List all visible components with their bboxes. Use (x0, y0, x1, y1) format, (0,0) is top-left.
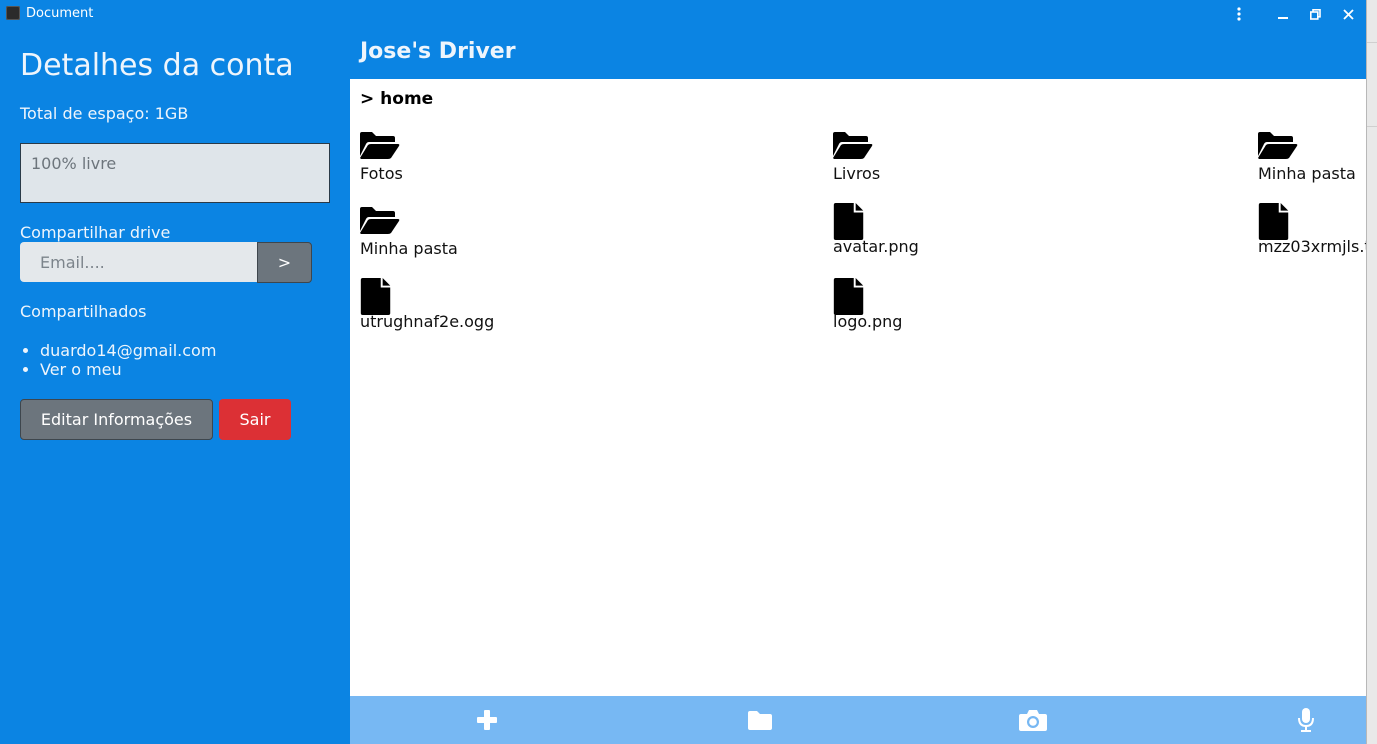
camera-icon (1019, 710, 1047, 731)
background-window-strip (1366, 0, 1377, 744)
drive-header: Jose's Driver (350, 28, 1366, 79)
item-label: Livros (833, 164, 881, 183)
folder-item[interactable]: Minha pasta (1258, 130, 1356, 183)
folder-open-icon (833, 132, 873, 159)
app-icon (6, 6, 20, 20)
account-sidebar: Detalhes da conta Total de espaço: 1GB 1… (0, 28, 350, 744)
shared-list: duardo14@gmail.com Ver o meu (20, 341, 216, 379)
breadcrumb[interactable]: > home (360, 89, 433, 109)
storage-status-text: 100% livre (31, 154, 117, 173)
minimize-icon[interactable] (1272, 4, 1294, 24)
add-button[interactable] (457, 696, 517, 744)
file-item[interactable]: avatar.png (833, 203, 919, 256)
folder-item[interactable]: Fotos (360, 130, 403, 183)
edit-info-button[interactable]: Editar Informações (20, 399, 213, 440)
window-title: Document (26, 6, 94, 21)
title-bar: Document (0, 0, 1366, 28)
file-item[interactable]: logo.png (833, 278, 902, 331)
bottom-action-bar (350, 696, 1366, 744)
folder-open-icon (360, 132, 400, 159)
plus-icon (477, 710, 497, 730)
folder-open-icon (360, 207, 400, 234)
total-space-text: Total de espaço: 1GB (20, 104, 189, 123)
item-label: Minha pasta (360, 239, 458, 258)
close-icon[interactable] (1337, 4, 1359, 24)
item-label: mzz03xrmjls.t (1258, 237, 1366, 256)
folder-open-icon (1258, 132, 1298, 159)
file-icon (833, 203, 864, 240)
file-icon (360, 278, 391, 315)
drive-title: Jose's Driver (360, 39, 516, 64)
item-label: utrughnaf2e.ogg (360, 312, 495, 331)
camera-button[interactable] (1003, 696, 1063, 744)
item-label: Minha pasta (1258, 164, 1356, 183)
shared-label: Compartilhados (20, 302, 147, 321)
file-icon (833, 278, 864, 315)
share-drive-label: Compartilhar drive (20, 223, 171, 242)
storage-status-box: 100% livre (20, 143, 330, 203)
shared-item[interactable]: duardo14@gmail.com (40, 341, 216, 360)
shared-item-view-mine[interactable]: Ver o meu (40, 360, 216, 379)
file-item[interactable]: utrughnaf2e.ogg (360, 278, 494, 331)
menu-kebab-icon[interactable] (1228, 4, 1250, 24)
restore-icon[interactable] (1304, 4, 1326, 24)
file-icon (1258, 203, 1289, 240)
new-folder-button[interactable] (730, 696, 790, 744)
file-browser: > home Fotos Livros Minha pasta Minha pa… (350, 79, 1366, 696)
folder-icon (748, 711, 772, 730)
microphone-icon (1298, 708, 1314, 732)
microphone-button[interactable] (1276, 696, 1336, 744)
account-details-title: Detalhes da conta (20, 48, 294, 83)
item-label: avatar.png (833, 237, 919, 256)
logout-button[interactable]: Sair (219, 399, 291, 440)
file-item[interactable]: mzz03xrmjls.t (1258, 203, 1366, 256)
item-label: logo.png (833, 312, 903, 331)
item-label: Fotos (360, 164, 403, 183)
folder-item[interactable]: Minha pasta (360, 205, 458, 258)
app-window: Document Detalhes da conta Total de espa… (0, 0, 1366, 744)
share-email-input[interactable] (20, 242, 257, 282)
folder-item[interactable]: Livros (833, 130, 880, 183)
share-submit-button[interactable]: > (257, 242, 312, 283)
